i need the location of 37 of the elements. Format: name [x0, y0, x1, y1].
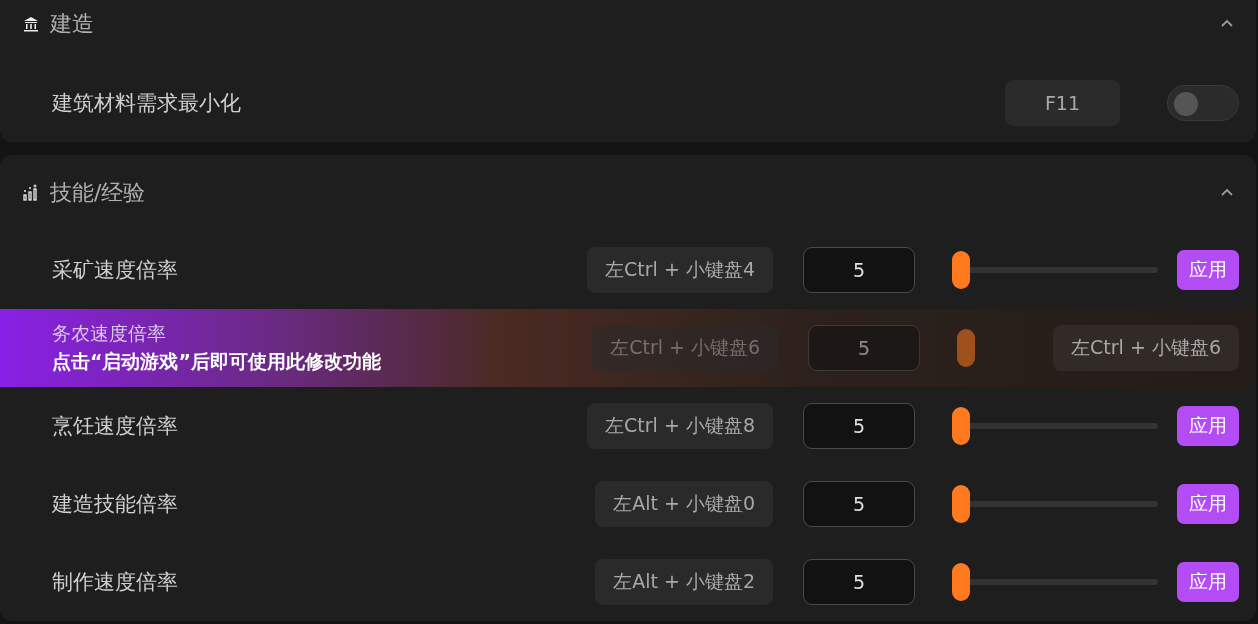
option-label: 制作速度倍率: [52, 569, 179, 596]
section-title: 建造: [50, 10, 95, 38]
hotkey-label: 左Alt + 小键盘0: [595, 481, 773, 527]
slider-thumb[interactable]: [952, 251, 970, 289]
hotkey-label: 左Ctrl + 小键盘4: [587, 247, 773, 293]
slider-thumb[interactable]: [952, 485, 970, 523]
chart-icon: [22, 184, 40, 202]
value-input[interactable]: 5: [803, 559, 915, 605]
option-label: 建造技能倍率: [52, 491, 179, 518]
slider[interactable]: [952, 407, 1158, 445]
option-label: 采矿速度倍率: [52, 257, 179, 284]
hotkey-label: 左Alt + 小键盘2: [595, 559, 773, 605]
slider-thumb[interactable]: [952, 407, 970, 445]
locked-message: 点击“启动游戏”后即可使用此修改功能: [52, 349, 382, 374]
section-title: 技能/经验: [50, 179, 147, 207]
option-label: 烹饪速度倍率: [52, 413, 179, 440]
value-input[interactable]: 5: [803, 403, 915, 449]
hotkey-label: 左Ctrl + 小键盘8: [587, 403, 773, 449]
slider[interactable]: [952, 485, 1158, 523]
value-input[interactable]: 5: [803, 481, 915, 527]
hotkey-label: 左Ctrl + 小键盘6: [592, 325, 779, 371]
option-label: 务农速度倍率: [52, 321, 167, 346]
value-input[interactable]: 5: [808, 325, 921, 371]
slider-thumb[interactable]: [957, 329, 976, 367]
slider[interactable]: [952, 251, 1158, 289]
apply-button[interactable]: 应用: [1177, 562, 1239, 602]
apply-button[interactable]: 应用: [1177, 250, 1239, 290]
apply-button[interactable]: 应用: [1177, 484, 1239, 524]
hotkey-label: 左Ctrl + 小键盘6: [1053, 325, 1239, 371]
slider-thumb[interactable]: [952, 563, 970, 601]
toggle-switch[interactable]: [1167, 85, 1239, 121]
hotkey-label: F11: [1005, 80, 1120, 126]
apply-button[interactable]: 应用: [1177, 406, 1239, 446]
option-label: 建筑材料需求最小化: [52, 90, 242, 117]
value-input[interactable]: 5: [803, 247, 915, 293]
bank-icon: [22, 15, 40, 33]
slider[interactable]: [952, 563, 1158, 601]
